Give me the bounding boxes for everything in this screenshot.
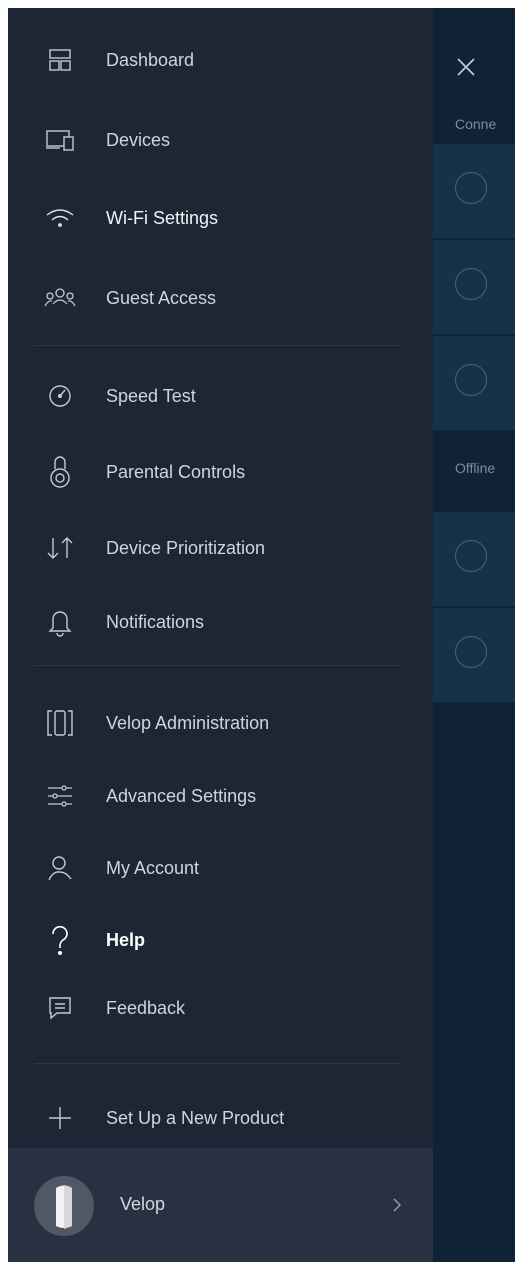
menu-label: My Account xyxy=(106,857,200,878)
close-icon[interactable] xyxy=(455,56,477,78)
device-circle xyxy=(455,268,487,300)
menu-item-devices[interactable]: Devices xyxy=(8,114,433,166)
menu-label: Help xyxy=(106,929,146,950)
device-circle xyxy=(455,364,487,396)
app-frame: Conne Offline Dashboard Devices Wi-Fi Se… xyxy=(8,8,515,1262)
menu-label: Feedback xyxy=(106,997,186,1018)
menu-item-device-prioritization[interactable]: Device Prioritization xyxy=(8,522,433,574)
menu-label: Device Prioritization xyxy=(106,537,266,558)
menu-label: Parental Controls xyxy=(106,461,246,482)
lock-icon xyxy=(44,456,76,488)
menu-item-feedback[interactable]: Feedback xyxy=(8,982,433,1034)
menu-label: Dashboard xyxy=(106,49,195,70)
dashboard-icon xyxy=(44,44,76,76)
priority-arrows-icon xyxy=(44,532,76,564)
wifi-icon xyxy=(44,202,76,234)
menu-label: Advanced Settings xyxy=(106,785,257,806)
menu-item-velop-administration[interactable]: Velop Administration xyxy=(8,697,433,749)
navigation-drawer: Dashboard Devices Wi-Fi Settings Guest A… xyxy=(8,8,433,1262)
device-row[interactable] xyxy=(433,336,515,432)
divider xyxy=(34,665,400,666)
background-panel: Conne Offline xyxy=(433,8,515,1262)
menu-label: Speed Test xyxy=(106,385,196,406)
bell-icon xyxy=(44,606,76,638)
sliders-icon xyxy=(44,780,76,812)
device-circle xyxy=(455,172,487,204)
devices-icon xyxy=(44,124,76,156)
velop-device-avatar xyxy=(34,1176,94,1236)
menu-item-help[interactable]: Help xyxy=(8,914,433,966)
menu-label: Velop Administration xyxy=(106,712,270,733)
device-row[interactable] xyxy=(433,608,515,704)
divider xyxy=(34,1063,400,1064)
menu-item-wifi-settings[interactable]: Wi-Fi Settings xyxy=(8,192,433,244)
divider xyxy=(34,345,400,346)
menu-label: Notifications xyxy=(106,611,205,632)
device-row[interactable] xyxy=(433,512,515,608)
menu-item-speed-test[interactable]: Speed Test xyxy=(8,370,433,422)
device-circle xyxy=(455,540,487,572)
velop-footer[interactable]: Velop xyxy=(8,1148,433,1262)
menu-label: Devices xyxy=(106,129,171,150)
offline-header: Offline xyxy=(455,460,496,476)
device-circle xyxy=(455,636,487,668)
user-icon xyxy=(44,852,76,884)
device-row[interactable] xyxy=(433,240,515,336)
velop-node-icon xyxy=(44,707,76,739)
menu-label: Guest Access xyxy=(106,287,217,308)
guest-access-icon xyxy=(44,282,76,314)
connected-header: Conne xyxy=(455,116,497,132)
menu-item-notifications[interactable]: Notifications xyxy=(8,596,433,648)
menu-label: Set Up a New Product xyxy=(106,1107,285,1128)
velop-label: Velop xyxy=(120,1194,166,1214)
menu-item-parental-controls[interactable]: Parental Controls xyxy=(8,446,433,498)
question-icon xyxy=(44,924,76,956)
menu-label: Wi-Fi Settings xyxy=(106,207,219,228)
chat-bubble-icon xyxy=(44,992,76,1024)
menu-item-guest-access[interactable]: Guest Access xyxy=(8,272,433,324)
menu-item-dashboard[interactable]: Dashboard xyxy=(8,34,433,86)
menu-item-my-account[interactable]: My Account xyxy=(8,842,433,894)
chevron-right-icon xyxy=(390,1194,404,1216)
speedometer-icon xyxy=(44,380,76,412)
plus-icon xyxy=(44,1102,76,1134)
menu-item-set-up-new-product[interactable]: Set Up a New Product xyxy=(8,1092,433,1144)
menu-item-advanced-settings[interactable]: Advanced Settings xyxy=(8,770,433,822)
device-row[interactable] xyxy=(433,144,515,240)
